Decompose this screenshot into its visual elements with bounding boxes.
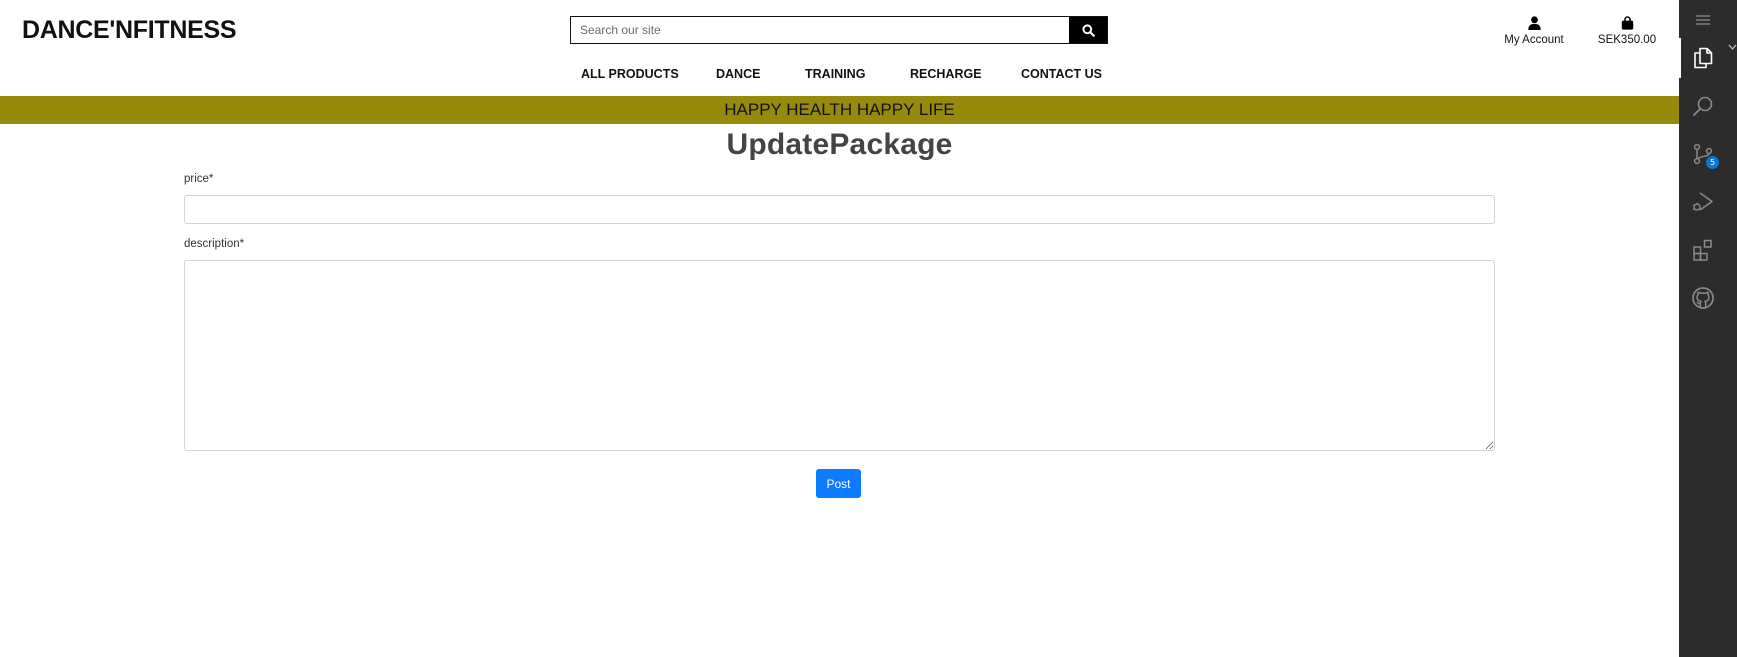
- site-logo[interactable]: DANCE'NFITNESS: [22, 16, 237, 45]
- search-icon: [1081, 23, 1095, 37]
- run-debug-button[interactable]: [1679, 182, 1727, 222]
- search-bar: [570, 16, 1108, 44]
- main-navigation: ALL PRODUCTS DANCE TRAINING RECHARGE CON…: [0, 67, 1679, 83]
- search-icon: [1693, 96, 1713, 116]
- description-label: description*: [184, 238, 245, 250]
- explorer-files-icon: [1694, 47, 1713, 69]
- run-debug-icon: [1692, 192, 1713, 211]
- bag-total: SEK350.00: [1597, 34, 1657, 46]
- price-label: price*: [184, 173, 214, 185]
- my-account-label: My Account: [1504, 34, 1564, 46]
- github-icon: [1692, 287, 1714, 309]
- promo-banner: HAPPY HEALTH HAPPY LIFE: [0, 96, 1679, 124]
- nav-contact-us[interactable]: CONTACT US: [1021, 67, 1102, 81]
- chevron-down-icon: [1728, 44, 1737, 50]
- user-icon: [1527, 12, 1541, 30]
- website-view: DANCE'NFITNESS My Account: [0, 0, 1679, 657]
- post-button[interactable]: Post: [816, 469, 861, 498]
- editor-activity-bar: 5: [1679, 0, 1737, 657]
- nav-training[interactable]: TRAINING: [805, 67, 865, 81]
- description-textarea[interactable]: [184, 260, 1495, 451]
- nav-dance[interactable]: DANCE: [716, 67, 760, 81]
- nav-all-products[interactable]: ALL PRODUCTS: [581, 67, 679, 81]
- menu-icon: [1696, 15, 1710, 25]
- menu-button[interactable]: [1679, 0, 1727, 40]
- search-view-button[interactable]: [1679, 86, 1727, 126]
- price-input[interactable]: [184, 195, 1495, 224]
- explorer-button[interactable]: [1679, 38, 1727, 78]
- search-input[interactable]: [571, 17, 1069, 43]
- shopping-bag-icon: [1621, 12, 1634, 30]
- shopping-bag-link[interactable]: SEK350.00: [1590, 12, 1664, 46]
- source-control-badge: 5: [1706, 156, 1719, 169]
- page-title: UpdatePackage: [726, 128, 953, 161]
- app-window: DANCE'NFITNESS My Account: [0, 0, 1737, 657]
- source-control-button[interactable]: 5: [1679, 134, 1727, 174]
- my-account-link[interactable]: My Account: [1494, 12, 1574, 46]
- extensions-icon: [1693, 239, 1712, 261]
- extensions-button[interactable]: [1679, 230, 1727, 270]
- github-button[interactable]: [1679, 278, 1727, 318]
- nav-recharge[interactable]: RECHARGE: [910, 67, 982, 81]
- search-button[interactable]: [1069, 17, 1107, 43]
